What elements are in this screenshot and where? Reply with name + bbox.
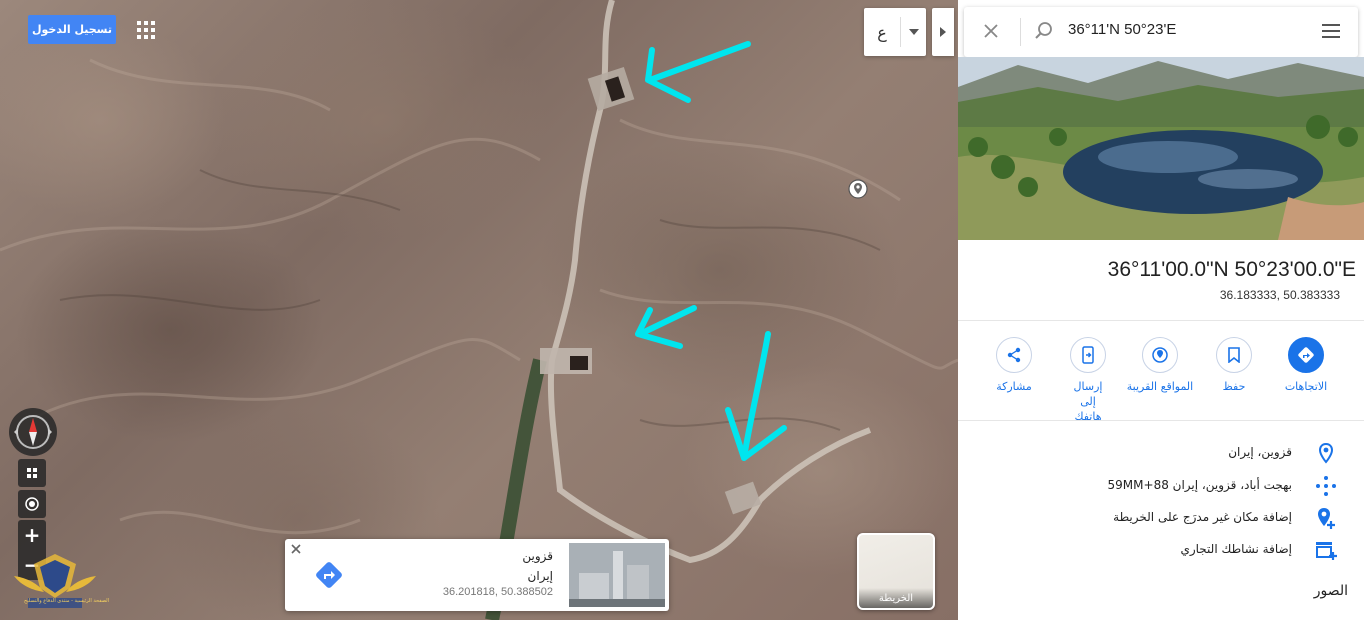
share-label: مشاركة [996,380,1032,393]
address-text: قزوين، إيران [1228,445,1292,459]
search-icon[interactable] [1034,21,1054,41]
my-location-button[interactable] [18,490,46,518]
share-action[interactable]: مشاركة [974,337,1054,394]
nearby-label: المواقع القريبة [1126,380,1194,393]
layers-icon [27,468,37,478]
directions-icon[interactable] [314,560,344,590]
close-icon[interactable] [290,543,302,555]
save-label: حفظ [1222,380,1246,393]
apps-grid-icon[interactable] [136,20,156,40]
map-type-toggle[interactable]: الخريطة [857,533,935,610]
compass-control[interactable] [9,408,57,456]
divider [958,320,1364,321]
add-place-icon [1318,508,1335,529]
share-icon [1007,347,1021,363]
card-place-country: إيران [527,569,553,583]
plus-code-text: 59MM+88 بهجت أباد، قزوين، إيران [1107,478,1292,492]
card-thumbnail[interactable] [569,543,665,607]
side-panel: 36°11'N 50°23'E 36°11'00.0"N 50°23'00.0"… [958,0,1364,620]
language-value: ع [877,22,887,42]
menu-icon[interactable] [1322,23,1340,39]
sign-in-button[interactable]: تسجيل الدخول [28,15,116,44]
info-row-add-business[interactable]: إضافة نشاطك التجاري [958,535,1364,565]
directions-icon [1298,347,1314,363]
save-action[interactable]: حفظ [1194,337,1274,394]
collapse-arrow-icon [940,27,946,37]
nearby-action[interactable]: المواقع القريبة [1120,337,1200,394]
forum-logo-watermark [14,554,96,608]
location-pin-icon[interactable] [848,179,868,199]
directions-action[interactable]: الاتجاهات [1266,337,1346,394]
place-card[interactable]: قزوين إيران 36.201818, 50.388502 [285,539,669,611]
send-to-phone-action[interactable]: إرسال إلى هاتفك [1048,337,1128,424]
search-divider [1020,18,1021,46]
bookmark-icon [1228,347,1240,363]
send-to-phone-icon [1082,346,1094,364]
info-row-add-place[interactable]: إضافة مكان غير مدرَج على الخريطة [958,503,1364,533]
location-decimal-coords[interactable]: 36.183333, 50.383333 [1220,288,1340,302]
annotation-arrows [635,41,787,461]
nearby-icon [1152,347,1168,363]
compass-icon [14,415,52,449]
map-type-label: الخريطة [859,588,933,608]
street-view-thumbnail [569,543,665,607]
language-selector[interactable]: ع [864,8,926,56]
plus-code-icon [1316,476,1336,496]
close-icon[interactable] [980,20,1002,42]
collapse-panel-button[interactable] [932,8,954,56]
layers-button[interactable] [18,459,46,487]
directions-label: الاتجاهات [1284,380,1328,393]
send-to-phone-label: إرسال إلى هاتفك [1073,380,1103,423]
watermark-caption: الصفحة الرئيسية - منتدى الدفاع والتسليح [24,598,110,604]
add-place-text: إضافة مكان غير مدرَج على الخريطة [1113,510,1292,524]
satellite-map[interactable]: تسجيل الدخول ع + − الصفحة الرئيسية - منت… [0,0,958,620]
search-bar[interactable]: 36°11'N 50°23'E [964,7,1358,57]
add-business-icon [1316,542,1337,560]
location-pin-icon [1318,442,1334,464]
zoom-in-button[interactable]: + [18,520,46,550]
caret-down-icon[interactable] [908,29,919,35]
card-coordinates: 36.201818, 50.388502 [442,586,553,598]
location-title: 36°11'00.0"N 50°23'00.0"E [1107,258,1356,281]
divider [958,420,1364,421]
info-row-plus-code[interactable]: 59MM+88 بهجت أباد، قزوين، إيران [958,471,1364,501]
hero-photo[interactable] [958,57,1364,240]
locate-icon [25,497,39,511]
action-row: الاتجاهات حفظ المواقع القريبة إرسال إلى … [958,337,1364,423]
search-input[interactable]: 36°11'N 50°23'E [1068,21,1176,38]
card-place-name: قزوين [522,549,553,563]
terrain-layer [0,0,958,620]
lake-photo [958,57,1364,240]
add-business-text: إضافة نشاطك التجاري [1180,542,1292,556]
photos-heading: الصور [1313,583,1348,599]
info-row-address[interactable]: قزوين، إيران [958,438,1364,468]
